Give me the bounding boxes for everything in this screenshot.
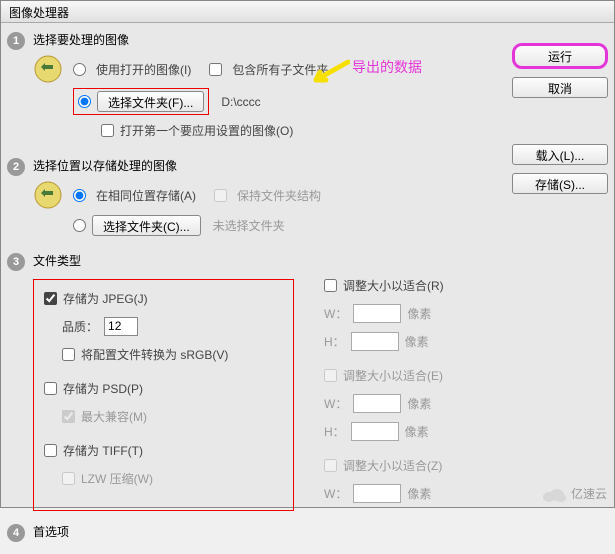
step-number-2: 2	[7, 158, 25, 176]
lzw-checkbox	[62, 472, 75, 485]
px-label: 像素	[407, 305, 431, 322]
open-first-label: 打开第一个要应用设置的图像(O)	[120, 122, 293, 139]
annotation-arrow-icon	[310, 58, 350, 88]
section-2-title: 选择位置以存储处理的图像	[33, 157, 504, 174]
same-location-radio[interactable]	[73, 189, 86, 202]
tiff-resize-checkbox	[324, 459, 337, 472]
jpeg-label: 存储为 JPEG(J)	[63, 290, 148, 307]
step-number-4: 4	[7, 524, 25, 542]
section-3: 3 文件类型 存储为 JPEG(J) 品质	[7, 252, 504, 511]
max-compat-checkbox	[62, 410, 75, 423]
load-button[interactable]: 载入(L)...	[512, 144, 608, 165]
folder-icon	[33, 180, 63, 210]
w-label: W：	[324, 395, 347, 412]
no-folder-label: 未选择文件夹	[213, 217, 285, 234]
psd-h-input	[351, 422, 399, 441]
section-1: 1 选择要处理的图像 使用打开的图像(I) 包含所有子文件夹	[7, 31, 504, 145]
psd-label: 存储为 PSD(P)	[63, 380, 143, 397]
select-folder-radio[interactable]	[78, 95, 91, 108]
tiff-label: 存储为 TIFF(T)	[63, 442, 143, 459]
psd-checkbox[interactable]	[44, 382, 57, 395]
highlight-box-2: 存储为 JPEG(J) 品质： 将配置文件转换为 sRGB(V)	[33, 279, 294, 511]
lzw-label: LZW 压缩(W)	[81, 470, 153, 487]
h-label: H：	[324, 423, 345, 440]
jpeg-resize-group: 调整大小以适合(R) W： 像素 H： 像素	[324, 275, 504, 351]
folder-icon	[33, 54, 63, 84]
step-number-1: 1	[7, 32, 25, 50]
sidebar: 运行 取消 载入(L)... 存储(S)...	[512, 31, 608, 546]
section-4-title: 首选项	[33, 523, 504, 540]
psd-w-input	[353, 394, 401, 413]
select-folder-button[interactable]: 选择文件夹(F)...	[97, 91, 204, 112]
open-first-checkbox[interactable]	[101, 124, 114, 137]
run-button[interactable]: 运行	[512, 43, 608, 69]
tiff-group: 存储为 TIFF(T) LZW 压缩(W)	[44, 440, 283, 488]
jpeg-resize-checkbox[interactable]	[324, 279, 337, 292]
select-folder-2-radio[interactable]	[73, 219, 86, 232]
section-4: 4 首选项	[7, 523, 504, 546]
psd-group: 存储为 PSD(P) 最大兼容(M)	[44, 378, 283, 426]
annotation-text: 导出的数据	[352, 57, 422, 77]
psd-resize-label: 调整大小以适合(E)	[343, 367, 443, 384]
section-1-title: 选择要处理的图像	[33, 31, 504, 48]
jpeg-resize-label: 调整大小以适合(R)	[343, 277, 444, 294]
include-sub-checkbox[interactable]	[209, 63, 222, 76]
use-open-label: 使用打开的图像(I)	[96, 61, 191, 78]
same-location-label: 在相同位置存储(A)	[96, 187, 196, 204]
folder-path: D:\cccc	[221, 95, 260, 109]
max-compat-label: 最大兼容(M)	[81, 408, 147, 425]
quality-input[interactable]	[104, 317, 138, 336]
w-label: W：	[324, 305, 347, 322]
px-label: 像素	[407, 485, 431, 502]
h-label: H：	[324, 333, 345, 350]
psd-resize-group: 调整大小以适合(E) W： 像素 H： 像素	[324, 365, 504, 441]
window-title: 图像处理器	[9, 6, 69, 20]
w-label: W：	[324, 485, 347, 502]
jpeg-group: 存储为 JPEG(J) 品质： 将配置文件转换为 sRGB(V)	[44, 288, 283, 364]
jpeg-h-input	[351, 332, 399, 351]
tiff-resize-group: 调整大小以适合(Z) W： 像素	[324, 455, 504, 503]
select-folder-2-button[interactable]: 选择文件夹(C)...	[92, 215, 201, 236]
convert-srgb-label: 将配置文件转换为 sRGB(V)	[81, 346, 228, 363]
convert-srgb-checkbox[interactable]	[62, 348, 75, 361]
px-label: 像素	[405, 423, 429, 440]
step-number-3: 3	[7, 253, 25, 271]
px-label: 像素	[405, 333, 429, 350]
save-button[interactable]: 存储(S)...	[512, 173, 608, 194]
watermark: 亿速云	[541, 485, 607, 502]
jpeg-checkbox[interactable]	[44, 292, 57, 305]
jpeg-w-input	[353, 304, 401, 323]
quality-label: 品质：	[62, 318, 98, 335]
px-label: 像素	[407, 395, 431, 412]
psd-resize-checkbox	[324, 369, 337, 382]
watermark-text: 亿速云	[571, 485, 607, 502]
section-3-title: 文件类型	[33, 252, 504, 269]
cloud-icon	[541, 486, 567, 502]
highlight-box-1: 选择文件夹(F)...	[73, 88, 209, 115]
titlebar: 图像处理器	[1, 1, 614, 23]
keep-struct-checkbox	[214, 189, 227, 202]
tiff-w-input	[353, 484, 401, 503]
tiff-checkbox[interactable]	[44, 444, 57, 457]
tiff-resize-label: 调整大小以适合(Z)	[343, 457, 442, 474]
use-open-radio[interactable]	[73, 63, 86, 76]
keep-struct-label: 保持文件夹结构	[237, 187, 321, 204]
section-2: 2 选择位置以存储处理的图像 在相同位置存储(A) 保持文件夹结构	[7, 157, 504, 240]
cancel-button[interactable]: 取消	[512, 77, 608, 98]
